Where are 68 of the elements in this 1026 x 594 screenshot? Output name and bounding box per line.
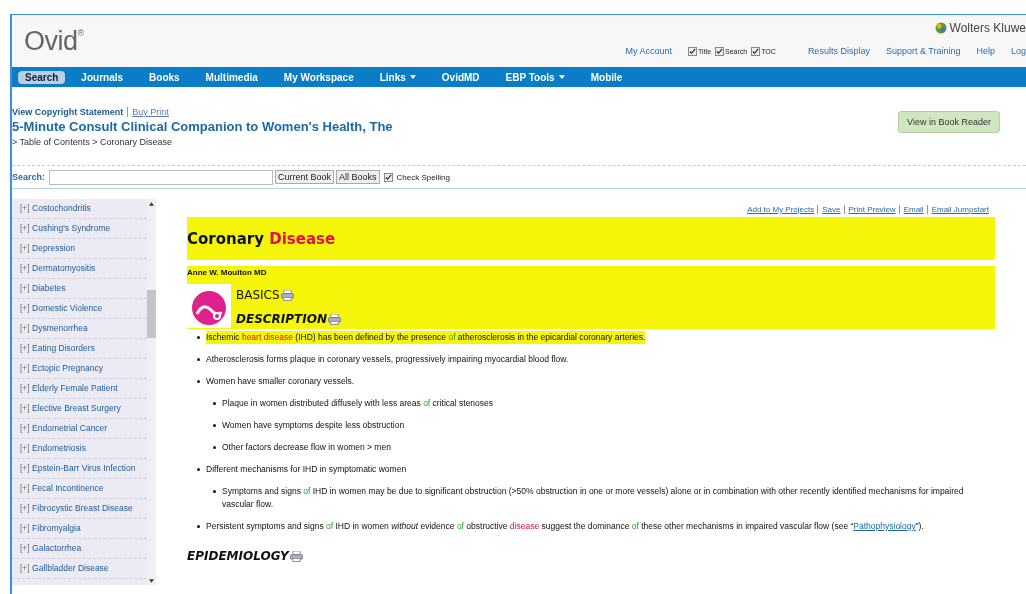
header-link[interactable]: Support & Training — [885, 46, 961, 56]
caret-icon — [409, 75, 416, 79]
nav-tab[interactable]: EBP Tools — [495, 70, 575, 84]
bullet-text: Plaque in women distributed diffusely with less areas of critical stenoses — [222, 397, 494, 410]
account-link[interactable]: My Account — [625, 46, 673, 56]
bullet-text: Symptoms and signs of IHD in women may be due to significant obstruction (>50% obstruction in one or more vessels) alone or in combination with other recently identified mechanisms for impaired vascular flow. — [222, 485, 965, 511]
scroll-down-icon[interactable] — [149, 579, 154, 583]
scrollbar[interactable] — [147, 199, 156, 585]
nav-tab[interactable]: My Workspace — [273, 70, 364, 84]
bullet-text: Women have smaller coronary vessels. — [206, 375, 355, 388]
book-title: 5-Minute Consult Clinical Companion to Women's Health, The — [12, 119, 393, 134]
article-action-link[interactable]: Print Preview — [843, 205, 896, 214]
bullet-text: Atherosclerosis forms plaque in coronary vessels, progressively impairing myocardial blood flow. — [206, 353, 569, 366]
search-label: Search: — [12, 172, 46, 182]
article-action-link[interactable]: Email — [898, 205, 924, 214]
breadcrumb: > Table of Contents > Coronary Disease — [12, 137, 173, 147]
nav-tab[interactable]: Journals — [71, 70, 134, 84]
bullet-icon — [197, 336, 200, 339]
bullet-text: Different mechanisms for IHD in symptomatic women — [206, 463, 407, 476]
bullet-text: Women have symptoms despite less obstruction — [222, 419, 405, 432]
section-heading: DESCRIPTION — [236, 312, 327, 326]
nav-tab[interactable]: Search — [18, 70, 66, 84]
bullet-icon — [197, 525, 200, 528]
bullet-icon — [197, 468, 200, 471]
scroll-up-icon[interactable] — [149, 202, 154, 206]
caret-icon — [558, 75, 565, 79]
book-reader-button[interactable]: View in Book Reader — [898, 111, 1000, 133]
brand-name: Wolters Kluwe — [949, 21, 1026, 35]
section-heading: BASICS — [236, 288, 280, 302]
bullet-text: Other factors decrease flow in women > men — [222, 441, 391, 454]
search-scope-button[interactable]: All Books — [336, 170, 380, 184]
search-scope-button[interactable]: Current Book — [275, 170, 335, 184]
nav-tab[interactable]: Books — [139, 70, 190, 84]
author-name: Anne W. Moulton MD — [187, 268, 268, 277]
option-checkbox[interactable] — [688, 46, 698, 56]
nav-tab[interactable]: Multimedia — [195, 70, 268, 84]
article-action-link[interactable]: Email Jumpstart — [926, 205, 989, 214]
bullet-text: Persistent symptoms and signs of IHD in women without evidence of obstructive disease suggest the dominance of these other mechanisms in impaired vascular flow (see “Pathophysiology”). — [206, 520, 924, 533]
spelling-label: Check Spelling — [396, 172, 450, 182]
printer-icon[interactable] — [328, 313, 341, 325]
article-action-link[interactable]: Save — [817, 205, 841, 214]
header-link[interactable]: Help — [976, 46, 995, 56]
spelling-checkbox[interactable] — [383, 172, 393, 182]
article-title: Coronary Disease — [187, 230, 336, 248]
copyright-link[interactable]: View Copyright Statement — [12, 107, 124, 117]
bullet-icon — [213, 402, 216, 405]
nav-tab[interactable]: Links — [369, 70, 426, 84]
ovid-logo[interactable]: Ovid$^{®}$ — [12, 15, 84, 67]
bullet-icon — [213, 424, 216, 427]
bullet-text: Ischemic heart disease (IHD) has been defined by the presence of atherosclerosis in the epicardial coronary arteries. — [206, 331, 646, 344]
bullet-icon — [213, 490, 216, 493]
printer-icon[interactable] — [280, 289, 294, 301]
article-action-link[interactable]: Add to My Projects — [747, 205, 815, 214]
header-link[interactable]: Log — [1010, 46, 1026, 56]
buy-print-link[interactable]: Buy Print — [127, 107, 169, 117]
option-checkbox[interactable] — [715, 46, 725, 56]
bullet-icon — [213, 446, 216, 449]
globe-icon — [934, 22, 947, 34]
section-heading: EPIDEMIOLOGY — [187, 549, 289, 563]
scroll-thumb[interactable] — [147, 290, 156, 338]
header-link[interactable]: Results Display — [807, 46, 870, 56]
nav-tab[interactable]: OvidMD — [431, 70, 490, 84]
bullet-icon — [197, 380, 200, 383]
search-field[interactable] — [49, 169, 274, 185]
option-checkbox[interactable] — [751, 46, 761, 56]
bullet-icon — [197, 358, 200, 361]
printer-icon[interactable] — [289, 550, 303, 562]
nav-tab[interactable]: Mobile — [580, 70, 633, 84]
